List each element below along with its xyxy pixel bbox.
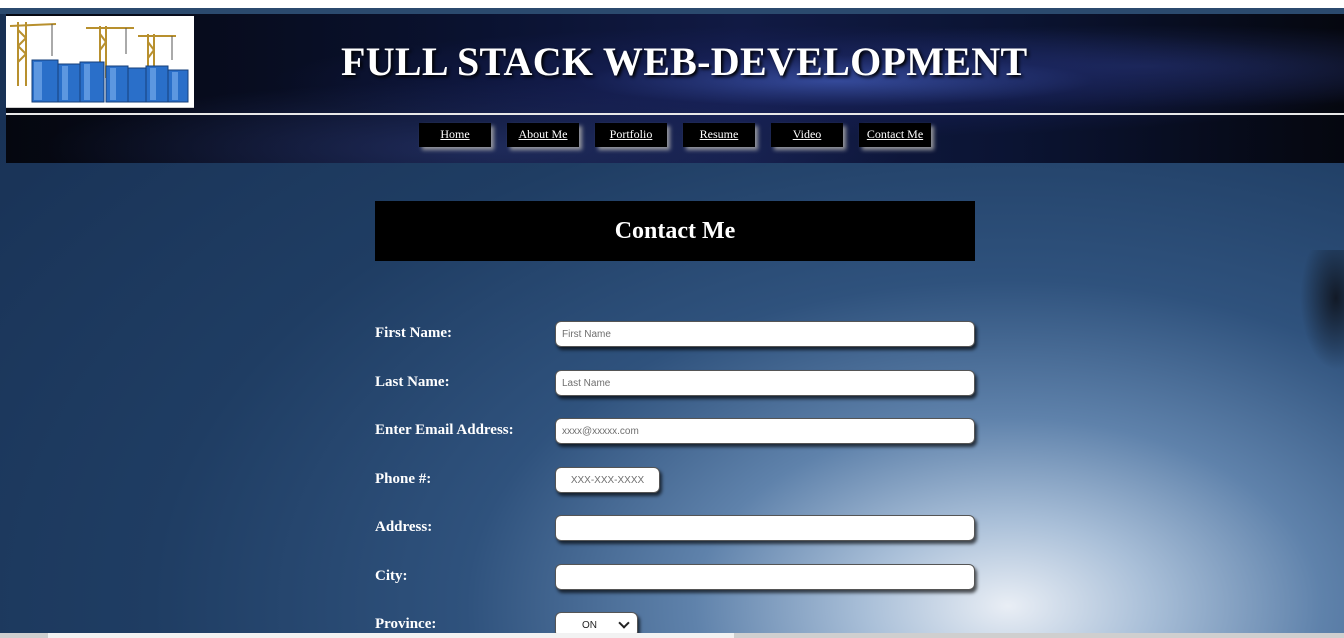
email-input[interactable] xyxy=(555,418,975,444)
scrollbar-thumb[interactable] xyxy=(48,633,734,638)
site-title: FULL STACK WEB-DEVELOPMENT xyxy=(341,39,1028,84)
phone-label: Phone #: xyxy=(375,471,432,487)
nav-contact-me-link[interactable]: Contact Me xyxy=(859,123,931,147)
city-input[interactable] xyxy=(555,564,975,590)
nav-home-link[interactable]: Home xyxy=(419,123,491,147)
province-selected-value: ON xyxy=(582,620,597,631)
top-strip xyxy=(0,0,1344,8)
address-label: Address: xyxy=(375,519,433,535)
nav-portfolio-link[interactable]: Portfolio xyxy=(595,123,667,147)
header-divider xyxy=(6,113,1344,115)
horizontal-scrollbar[interactable] xyxy=(0,633,1344,638)
phone-input[interactable] xyxy=(555,467,660,493)
logo-graphic xyxy=(9,22,189,103)
city-label: City: xyxy=(375,568,408,584)
contact-heading: Contact Me xyxy=(375,201,975,261)
province-label: Province: xyxy=(375,616,437,632)
website-under-construction-logo xyxy=(6,16,194,108)
main-nav: Home About Me Portfolio Resume Video Con… xyxy=(6,123,1344,147)
address-input[interactable] xyxy=(555,515,975,541)
email-label: Enter Email Address: xyxy=(375,422,514,438)
background-decoration xyxy=(1300,250,1344,370)
last-name-label: Last Name: xyxy=(375,374,450,390)
first-name-label: First Name: xyxy=(375,325,453,341)
nav-about-me-link[interactable]: About Me xyxy=(507,123,579,147)
nav-resume-link[interactable]: Resume xyxy=(683,123,755,147)
nav-video-link[interactable]: Video xyxy=(771,123,843,147)
chevron-down-icon xyxy=(618,617,630,629)
site-header: FULL STACK WEB-DEVELOPMENT Home About Me… xyxy=(6,14,1344,163)
first-name-input[interactable] xyxy=(555,321,975,347)
last-name-input[interactable] xyxy=(555,370,975,396)
